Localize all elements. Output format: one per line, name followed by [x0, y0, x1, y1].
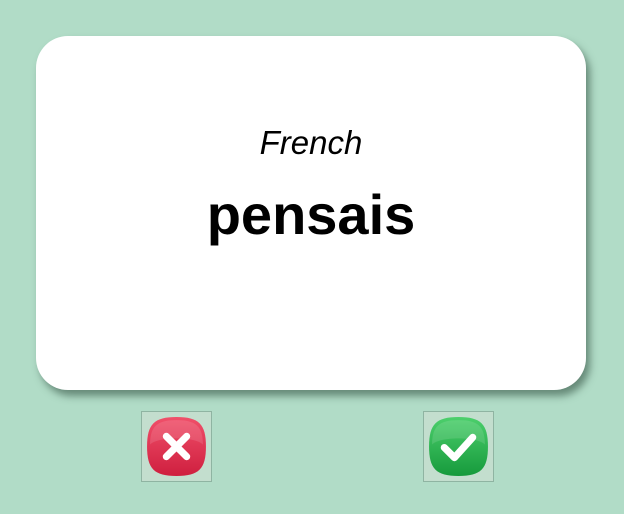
- flashcard[interactable]: French pensais: [36, 36, 586, 390]
- correct-answer-button[interactable]: [423, 411, 494, 482]
- wrong-answer-button[interactable]: [141, 411, 212, 482]
- card-word: pensais: [206, 183, 416, 246]
- flashcard-app: French pensais: [0, 0, 624, 514]
- close-icon: [147, 417, 206, 476]
- check-icon: [429, 417, 488, 476]
- card-language-label: French: [259, 124, 363, 161]
